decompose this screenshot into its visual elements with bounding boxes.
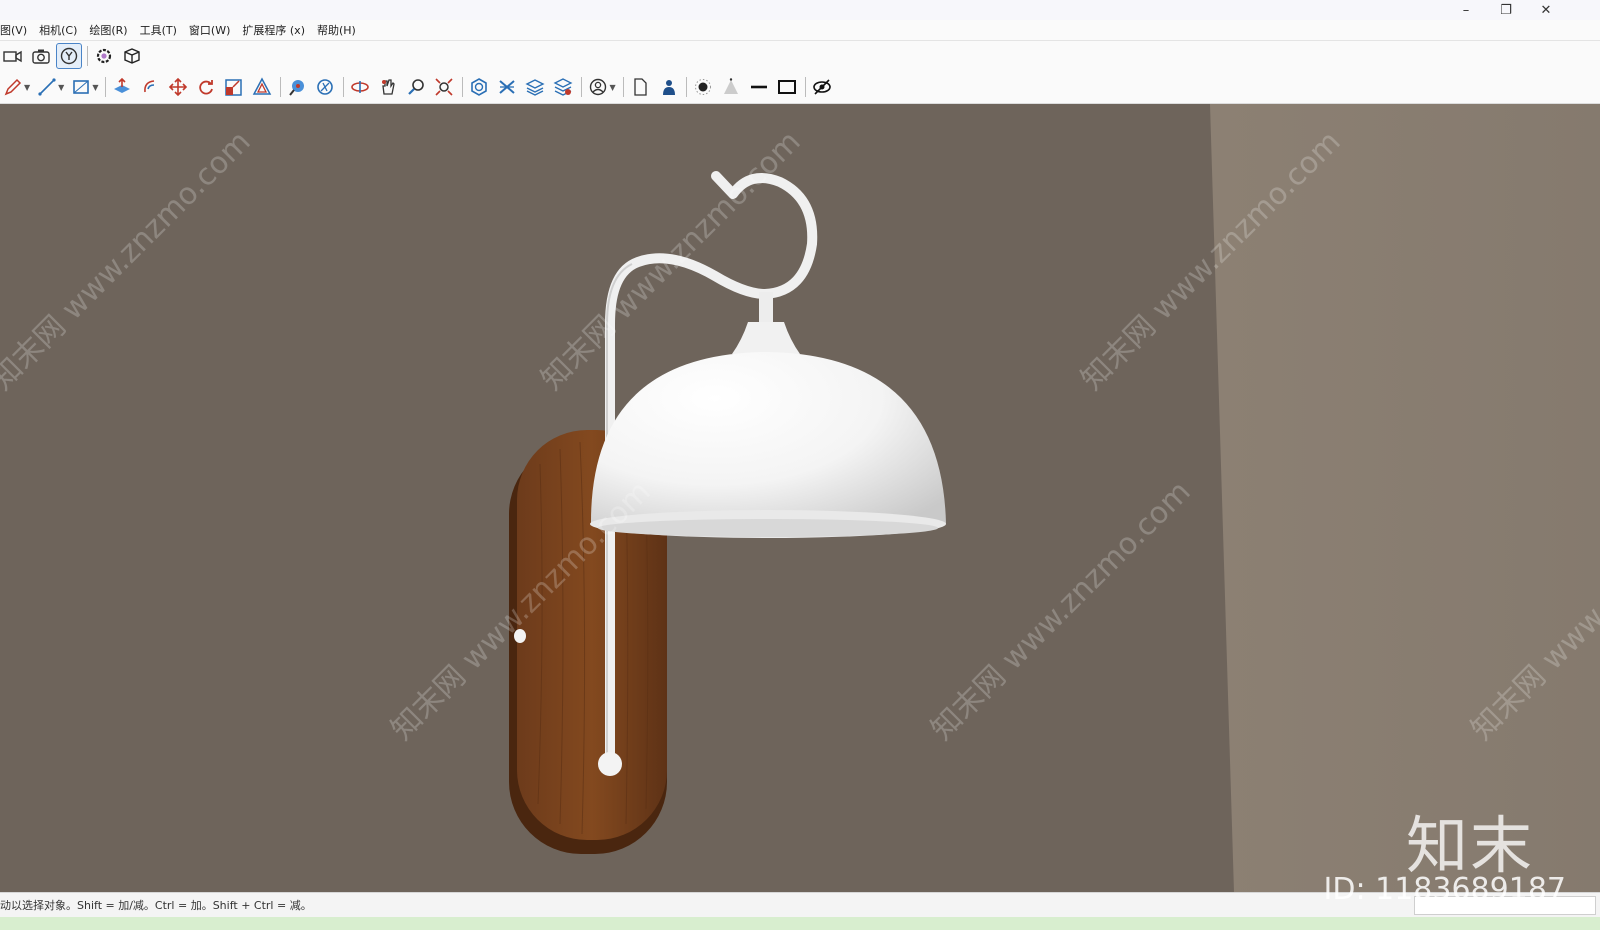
- brand-id: ID: 1183689187: [1323, 872, 1566, 907]
- push-pull-icon[interactable]: [109, 74, 135, 100]
- 3d-box-icon[interactable]: [119, 43, 145, 69]
- chevron-down-icon[interactable]: ▼: [24, 83, 30, 92]
- zoom-icon[interactable]: [403, 74, 429, 100]
- fog-icon[interactable]: [718, 74, 744, 100]
- tape-measure-icon[interactable]: [284, 74, 310, 100]
- secondary-toolbar: ▼ ▼ ▼ ▼: [0, 71, 1600, 104]
- menu-camera[interactable]: 相机(C): [39, 22, 77, 38]
- menu-extensions[interactable]: 扩展程序 (x): [242, 22, 305, 38]
- toolbar-separator: [581, 77, 583, 97]
- style-icon[interactable]: [56, 43, 82, 69]
- edge-icon[interactable]: [746, 74, 772, 100]
- shadow-icon[interactable]: [690, 74, 716, 100]
- layers-icon[interactable]: [522, 74, 548, 100]
- orbit-icon[interactable]: [347, 74, 373, 100]
- lamp-scene: [0, 104, 1600, 892]
- toolbar-separator: [685, 77, 687, 97]
- chevron-down-icon[interactable]: ▼: [58, 83, 64, 92]
- pencil-icon[interactable]: [0, 74, 26, 100]
- menu-tools[interactable]: 工具(T): [140, 22, 177, 38]
- status-hint: 动以选择对象。Shift = 加/减。Ctrl = 加。Shift + Ctrl…: [0, 899, 312, 912]
- user-account-icon[interactable]: [585, 74, 611, 100]
- toolbar-separator: [462, 77, 464, 97]
- chevron-down-icon[interactable]: ▼: [609, 83, 615, 92]
- line-icon[interactable]: [34, 74, 60, 100]
- side-wall: [1210, 104, 1600, 892]
- rotate-icon[interactable]: [193, 74, 219, 100]
- menu-window[interactable]: 窗口(W): [189, 22, 230, 38]
- taskbar-strip: [0, 917, 1600, 930]
- solid-tools-icon[interactable]: [466, 74, 492, 100]
- face-icon[interactable]: [774, 74, 800, 100]
- zoom-extents-icon[interactable]: [431, 74, 457, 100]
- gear-component-icon[interactable]: [91, 43, 117, 69]
- follow-me-icon[interactable]: [137, 74, 163, 100]
- title-bar: – ❐ ✕: [0, 0, 1600, 20]
- mounting-screw: [514, 629, 526, 643]
- menu-bar: 图(V) 相机(C) 绘图(R) 工具(T) 窗口(W) 扩展程序 (x) 帮助…: [0, 20, 1600, 41]
- protractor-icon[interactable]: [312, 74, 338, 100]
- rectangle-icon[interactable]: [68, 74, 94, 100]
- toolbar-separator: [280, 77, 282, 97]
- primary-toolbar: [0, 41, 1600, 71]
- toolbar-separator: [804, 77, 806, 97]
- menu-help[interactable]: 帮助(H): [317, 22, 356, 38]
- close-button[interactable]: ✕: [1526, 0, 1566, 20]
- toolbar-separator: [87, 46, 88, 66]
- menu-draw[interactable]: 绘图(R): [89, 22, 127, 38]
- minimize-button[interactable]: –: [1446, 0, 1486, 20]
- section-icon[interactable]: [550, 74, 576, 100]
- move-icon[interactable]: [165, 74, 191, 100]
- new-document-icon[interactable]: [627, 74, 653, 100]
- video-camera-icon[interactable]: [0, 43, 26, 69]
- arm-end-ball: [598, 752, 622, 776]
- menu-view[interactable]: 图(V): [0, 22, 27, 38]
- chevron-down-icon[interactable]: ▼: [92, 83, 98, 92]
- model-viewport[interactable]: 知末网 www.znzmo.com 知末网 www.znzmo.com 知末网 …: [0, 104, 1600, 892]
- restore-button[interactable]: ❐: [1486, 0, 1526, 20]
- scale-icon[interactable]: [221, 74, 247, 100]
- shade-inner: [598, 519, 938, 537]
- toolbar-separator: [105, 77, 107, 97]
- intersect-icon[interactable]: [494, 74, 520, 100]
- xray-icon[interactable]: [809, 74, 835, 100]
- toolbar-separator: [622, 77, 624, 97]
- person-icon[interactable]: [655, 74, 681, 100]
- pan-icon[interactable]: [375, 74, 401, 100]
- offset-icon[interactable]: [249, 74, 275, 100]
- camera-icon[interactable]: [28, 43, 54, 69]
- toolbar-separator: [343, 77, 345, 97]
- hanging-rod: [759, 292, 773, 322]
